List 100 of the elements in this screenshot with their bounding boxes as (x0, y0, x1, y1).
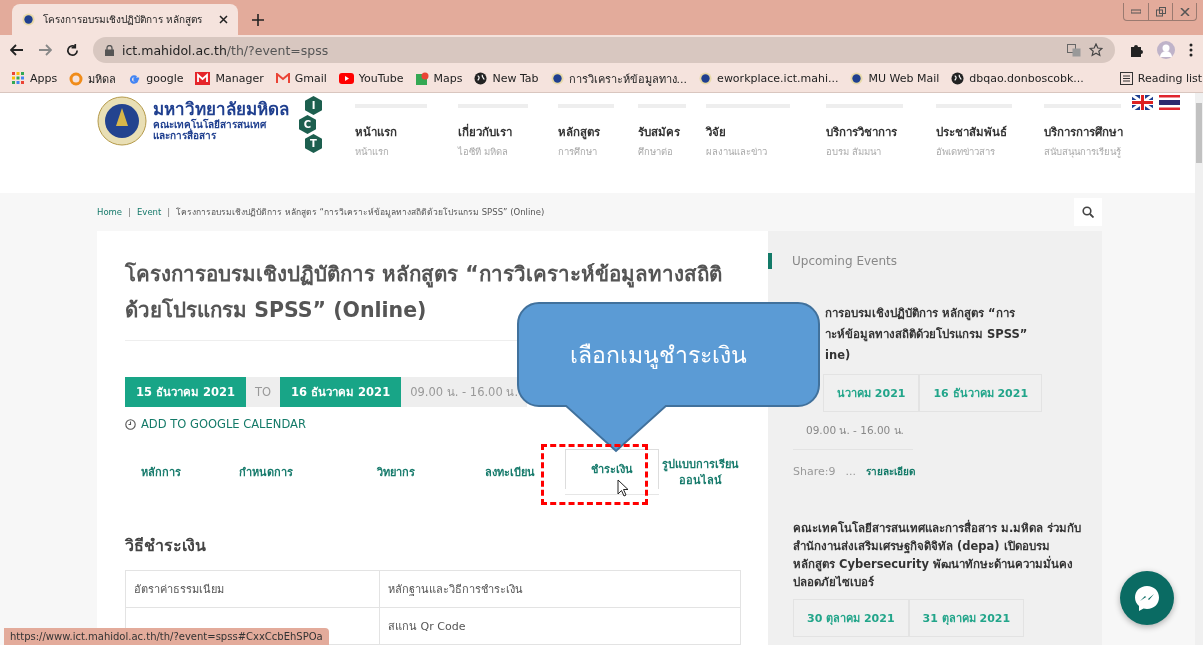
bookmark-link[interactable]: dbqao.donboscobk... (951, 72, 1084, 85)
ellipsis-text: ... (845, 465, 856, 478)
nav-subtitle: การศึกษา (558, 145, 598, 159)
event-date: 31 ตุลาคม 2021 (908, 599, 1025, 637)
nav-link[interactable]: บริการการศึกษา (1044, 123, 1154, 141)
search-button[interactable] (1074, 198, 1102, 226)
back-arrow-icon[interactable] (10, 44, 24, 56)
minimize-icon (1131, 9, 1141, 14)
nav-link[interactable]: หน้าแรก (355, 123, 458, 141)
nav-link[interactable]: วิจัย (706, 123, 826, 141)
hexagon-letter: T (305, 134, 322, 153)
mouse-pointer-icon (617, 479, 629, 497)
browser-tab[interactable]: โครงการอบรมเชิงปฏิบัติการ หลักสูตร (12, 4, 238, 35)
nav-link[interactable]: รับสมัคร (638, 123, 706, 141)
new-tab-plus-icon[interactable] (252, 14, 264, 26)
event-title-fragment[interactable]: าะห์ข้อมูลทางสถิติด้วยโปรแกรม SPSS” (825, 324, 1028, 345)
tab-title: โครงการอบรมเชิงปฏิบัติการ หลักสูตร (43, 13, 204, 27)
reload-icon[interactable] (66, 43, 79, 57)
university-name: มหาวิทยาลัยมหิดล (153, 100, 289, 119)
event-title-fragment[interactable]: ine) (825, 345, 851, 366)
list-icon (1119, 72, 1133, 85)
bookmark-link[interactable]: eworkplace.ict.mahi... (699, 72, 839, 85)
table-cell: สแกน Qr Code (379, 607, 741, 645)
nav-subtitle: ผลงานและข่าว (706, 145, 768, 159)
end-date-badge: 16 ธันวาคม 2021 (280, 377, 402, 407)
university-seal-logo (97, 96, 147, 146)
seal-icon (550, 72, 564, 85)
breadcrumb-separator: | (167, 207, 171, 217)
status-bar-url: https://www.ict.mahidol.ac.th/th/?event=spss#CxxCcbEhSPOa (4, 628, 329, 645)
chat-bubble-icon (1132, 583, 1162, 613)
bookmark-link[interactable]: การวิเคราะห์ข้อมูลทาง... (550, 69, 688, 88)
bookmark-link[interactable]: มหิดล (69, 69, 117, 88)
mail-icon (275, 73, 290, 84)
google-g-icon (128, 72, 142, 85)
puzzle-piece-icon[interactable] (1129, 43, 1143, 57)
nav-link[interactable]: เกี่ยวกับเรา (458, 123, 558, 141)
bookmark-link[interactable]: google (128, 72, 184, 85)
seal-icon (850, 72, 864, 85)
nav-subtitle: สนับสนุนการเรียนรู้ (1044, 145, 1122, 159)
close-icon[interactable] (219, 15, 228, 24)
start-date-badge: 15 ธันวาคม 2021 (125, 377, 247, 407)
close-icon (1179, 7, 1190, 16)
to-label: TO (246, 377, 281, 407)
url-host: ict.mahidol.ac.th (122, 42, 227, 58)
scrollbar-thumb[interactable] (1196, 103, 1202, 163)
table-header: หลักฐานและวิธีการชำระเงิน (379, 570, 741, 608)
share-count: Share:9 (793, 465, 836, 478)
breadcrumb-link[interactable]: Event (137, 207, 162, 217)
translate-icon[interactable] (1067, 43, 1081, 57)
details-link[interactable]: รายละเอียด (865, 464, 915, 479)
restore-icon (1155, 6, 1166, 17)
seal-icon (22, 13, 35, 26)
event-time: 09.00 น. - 16.00 น. (793, 412, 913, 450)
url-path: /th/?event=spss (226, 42, 329, 58)
nav-subtitle: อัพเดทข่าวสาร (936, 145, 996, 159)
bookmark-link[interactable]: Apps (12, 72, 58, 85)
nav-link[interactable]: บริการวิชาการ (826, 123, 936, 141)
ring-icon (69, 71, 84, 86)
bookmark-link[interactable]: New Tab (474, 72, 539, 85)
lock-icon (105, 44, 114, 56)
breadcrumb-current: โครงการอบรมเชิงปฏิบัติการ หลักสูตร “การวิเคราะห์ข้อมูลทางสถิติด้วยโปรแกรม SPSS” (Online) (176, 206, 545, 219)
clock-icon (125, 418, 136, 430)
forward-arrow-icon[interactable] (38, 44, 52, 56)
nav-link[interactable]: ประชาสัมพันธ์ (936, 123, 1044, 141)
add-to-calendar-link[interactable]: ADD TO GOOGLE CALENDAR (125, 417, 741, 431)
nav-subtitle: ไอซีที มหิดล (458, 145, 510, 159)
bookmark-link[interactable]: Gmail (275, 72, 327, 85)
globe-icon (951, 72, 965, 85)
more-menu-icon[interactable] (1189, 43, 1193, 57)
nav-subtitle: หน้าแรก (355, 145, 390, 159)
news-title[interactable]: คณะเทคโนโลยีสารสนเทศและการสื่อสาร ม.มหิดล ร่วมกับ สำนักงานส่งเสริมเศรษฐกิจดิจิทัล (depa) เปิดอบรมหลักสูตร Cybersecurity พัฒนาทักษะด้านความมั่นคงปลอดภัยไซเบอร์ (793, 519, 1083, 591)
thai-flag-icon[interactable] (1159, 95, 1180, 110)
globe-icon (474, 72, 488, 85)
sidebar-heading: Upcoming Events (792, 254, 898, 268)
bookmark-link[interactable]: Maps (415, 71, 463, 86)
breadcrumb-link[interactable]: Home (97, 207, 123, 217)
nav-link[interactable]: หลักสูตร (558, 123, 638, 141)
play-icon (338, 73, 354, 84)
apps-grid-icon (12, 72, 25, 85)
section-heading: วิธีชำระเงิน (125, 535, 207, 557)
breadcrumb-separator: | (128, 207, 131, 217)
uk-flag-icon[interactable] (1132, 95, 1153, 110)
bookmark-link[interactable]: MU Web Mail (850, 72, 940, 85)
nav-subtitle: ศึกษาต่อ (638, 145, 674, 159)
event-title-fragment[interactable]: การอบรมเชิงปฏิบัติการ หลักสูตร “การ (825, 303, 1015, 324)
m-logo-icon (195, 72, 211, 85)
hexagon-letter: I (305, 96, 322, 115)
event-date: 16 ธันวาคม 2021 (919, 374, 1043, 412)
content-tab[interactable]: ชำระเงิน (564, 449, 660, 489)
reading-list-button[interactable]: Reading list (1119, 72, 1203, 85)
bookmark-link[interactable]: Manager (195, 72, 264, 85)
bookmark-link[interactable]: YouTube (338, 72, 404, 85)
address-bar[interactable]: ict.mahidol.ac.th/th/?event=spss (93, 37, 1115, 63)
faculty-name: คณะเทคโนโลยีสารสนเทศ (153, 118, 268, 130)
event-date: นวาคม 2021 (823, 374, 920, 412)
map-pin-icon (415, 71, 429, 86)
star-icon[interactable] (1089, 43, 1103, 57)
nav-subtitle: อบรม สัมมนา (826, 145, 883, 159)
search-icon (1082, 206, 1094, 218)
event-date: 30 ตุลาคม 2021 (793, 599, 909, 637)
